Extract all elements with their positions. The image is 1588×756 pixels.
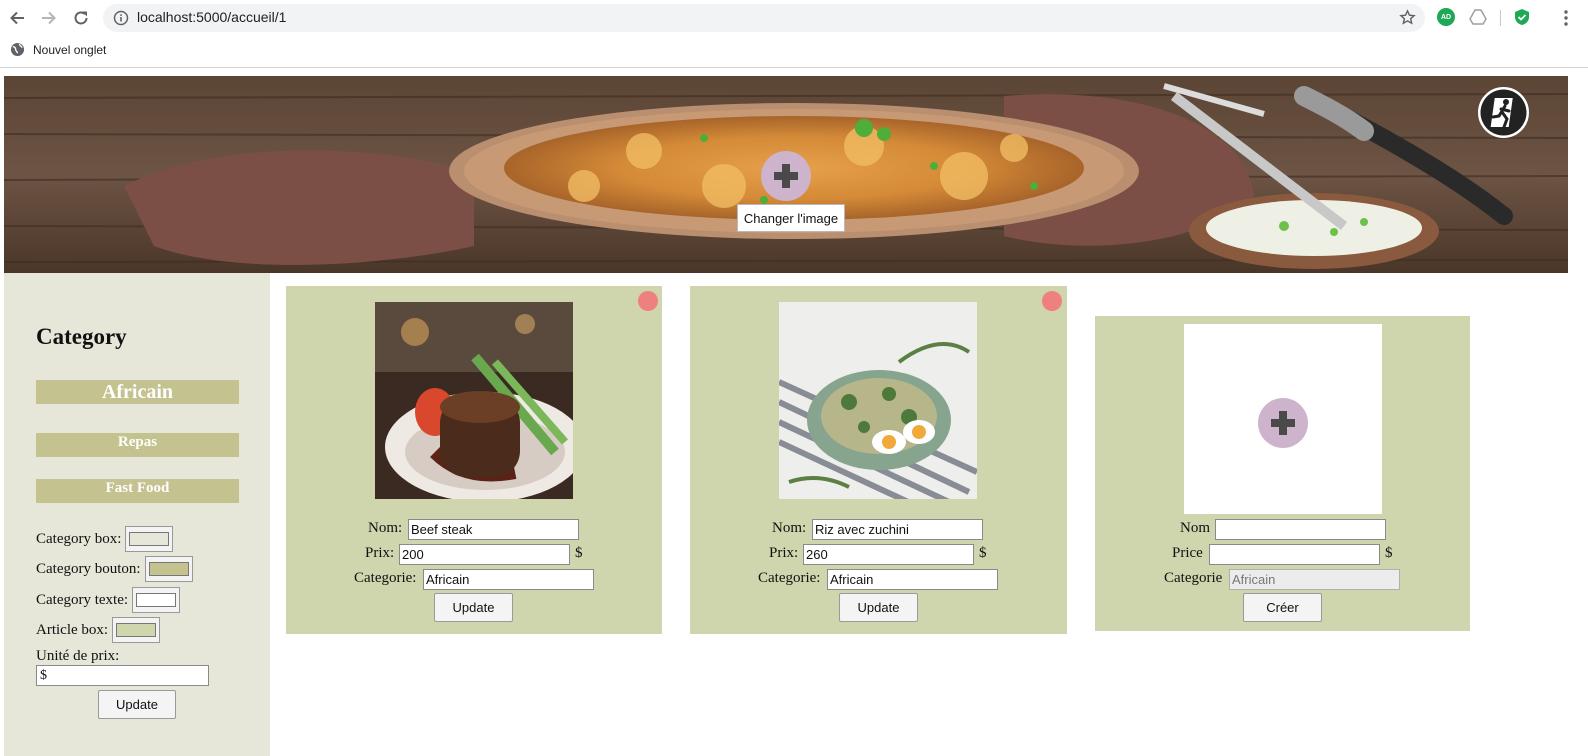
delete-article-icon[interactable] bbox=[1042, 291, 1062, 311]
category-button-fast-food[interactable]: Fast Food bbox=[36, 479, 239, 503]
article-price-unit: $ bbox=[979, 545, 987, 561]
add-article-image-icon[interactable] bbox=[1258, 398, 1308, 448]
browser-toolbar: localhost:5000/accueil/1 AD bbox=[0, 0, 1588, 36]
globe-icon bbox=[10, 42, 25, 57]
article-price-input[interactable]: 260 bbox=[803, 544, 974, 565]
new-article-category-label: Categorie bbox=[1164, 570, 1223, 586]
address-bar[interactable]: localhost:5000/accueil/1 bbox=[103, 4, 1425, 32]
forward-icon[interactable] bbox=[38, 7, 60, 29]
bookmark-label: Nouvel onglet bbox=[33, 42, 107, 57]
setting-label: Category texte: bbox=[36, 591, 129, 608]
article-box-color-picker[interactable] bbox=[112, 617, 161, 643]
category-heading: Category bbox=[36, 324, 127, 349]
extension-adblock-icon[interactable]: AD bbox=[1437, 8, 1455, 26]
category-button-color-picker[interactable] bbox=[144, 556, 193, 582]
setting-category-box: Category box: bbox=[36, 526, 174, 552]
article-price-label: Prix: bbox=[365, 545, 395, 561]
category-button-repas[interactable]: Repas bbox=[36, 433, 239, 457]
reload-icon[interactable] bbox=[70, 7, 92, 29]
category-button-africain[interactable]: Africain bbox=[36, 380, 239, 404]
change-image-button[interactable]: Changer l'image bbox=[737, 204, 845, 232]
article-name-label: Nom: bbox=[772, 520, 807, 536]
category-box-color-picker[interactable] bbox=[125, 526, 174, 552]
back-icon[interactable] bbox=[6, 7, 28, 29]
bookmark-star-icon[interactable] bbox=[1399, 9, 1416, 31]
price-unit-input[interactable]: $ bbox=[36, 665, 209, 686]
delete-article-icon[interactable] bbox=[638, 291, 658, 311]
new-article-name-input[interactable] bbox=[1215, 519, 1386, 540]
bookmarks-bar: Nouvel onglet bbox=[0, 36, 1588, 68]
bookmark-new-tab[interactable]: Nouvel onglet bbox=[10, 42, 106, 57]
article-update-button[interactable]: Update bbox=[434, 593, 513, 622]
settings-update-button[interactable]: Update bbox=[98, 690, 176, 719]
new-article-price-input[interactable] bbox=[1209, 544, 1380, 565]
toolbar-separator bbox=[1500, 10, 1501, 26]
extension-drive-icon[interactable] bbox=[1469, 8, 1487, 26]
logout-icon[interactable] bbox=[1478, 87, 1529, 138]
new-article-name-label: Nom bbox=[1180, 520, 1210, 536]
info-icon[interactable] bbox=[113, 10, 129, 31]
article-photo-riz-avec-zuchini[interactable] bbox=[779, 302, 977, 499]
article-name-input[interactable]: Beef steak bbox=[408, 519, 579, 540]
price-unit-label: Unité de prix: bbox=[36, 648, 120, 664]
article-name-input[interactable]: Riz avec zuchini bbox=[812, 519, 983, 540]
article-category-label: Categorie: bbox=[354, 570, 417, 586]
new-article-category-input: Africain bbox=[1229, 569, 1400, 590]
article-price-label: Prix: bbox=[769, 545, 799, 561]
extension-shield-icon[interactable] bbox=[1513, 8, 1531, 26]
setting-category-button: Category bouton: bbox=[36, 556, 193, 582]
browser-menu-icon[interactable] bbox=[1560, 7, 1572, 29]
article-update-button[interactable]: Update bbox=[839, 593, 918, 622]
article-category-input[interactable]: Africain bbox=[423, 569, 594, 590]
article-category-label: Categorie: bbox=[758, 570, 821, 586]
setting-label: Category bouton: bbox=[36, 560, 141, 577]
category-text-color-picker[interactable] bbox=[132, 587, 181, 613]
article-price-input[interactable]: 200 bbox=[399, 544, 570, 565]
article-category-input[interactable]: Africain bbox=[827, 569, 998, 590]
setting-article-box: Article box: bbox=[36, 617, 161, 643]
setting-category-text: Category texte: bbox=[36, 587, 181, 613]
new-article-price-unit: $ bbox=[1385, 545, 1393, 561]
article-price-unit: $ bbox=[575, 545, 583, 561]
article-photo-beef-steak[interactable] bbox=[375, 302, 573, 499]
url-text: localhost:5000/accueil/1 bbox=[137, 9, 287, 25]
create-article-button[interactable]: Créer bbox=[1243, 593, 1322, 622]
setting-label: Article box: bbox=[36, 621, 109, 638]
new-article-price-label: Price bbox=[1172, 545, 1203, 561]
setting-label: Category box: bbox=[36, 530, 122, 547]
add-banner-image-icon[interactable] bbox=[761, 151, 811, 201]
article-name-label: Nom: bbox=[368, 520, 403, 536]
